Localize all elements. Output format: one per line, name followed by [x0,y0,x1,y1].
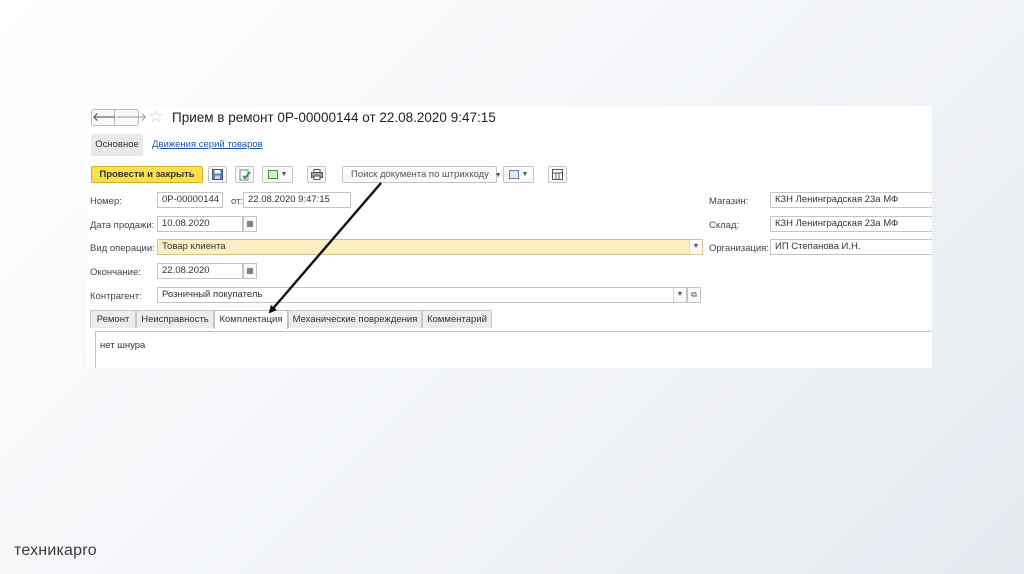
end-label: Окончание: [90,267,141,278]
post-button[interactable] [235,166,254,183]
toolbar: Провести и закрыть ▼ Поиск документа по … [87,164,932,186]
logo: техникаpro [14,542,97,559]
operation-value: Товар клиента [162,241,226,252]
barcode-search-button[interactable]: Поиск документа по штрихкоду ▼ [342,166,502,183]
create-based-on-button[interactable]: ▼ [262,166,293,183]
store-field[interactable]: КЗН Ленинградская 23а МФ [770,192,932,208]
title-bar: 🡐 🡒 ☆ Прием в ремонт 0Р-00000144 от 22.0… [87,106,932,130]
report-menu-button[interactable]: ▼ [503,166,534,183]
chevron-down-icon[interactable]: ▼ [673,288,686,302]
report-icon [508,170,519,179]
tab-malfunction[interactable]: Неисправность [136,310,214,328]
counterparty-field[interactable]: Розничный покупатель ▼ [157,287,687,303]
warehouse-label: Склад: [709,220,740,231]
from-label: от: [231,196,244,207]
structure-button[interactable] [548,166,567,183]
series-movements-link[interactable]: Движения серий товаров [152,139,263,150]
store-label: Магазин: [709,196,749,207]
number-field[interactable]: 0Р-00000144 [157,192,223,208]
page-title: Прием в ремонт 0Р-00000144 от 22.08.2020… [172,110,496,125]
post-document-icon [239,169,251,180]
completeness-textarea[interactable]: нет шнура [95,331,932,368]
counterparty-label: Контрагент: [90,291,142,302]
print-button[interactable] [307,166,326,183]
end-date-field[interactable]: 22.08.2020 [157,263,243,279]
calendar-button[interactable]: ▦ [243,216,257,232]
organization-label: Организация: [709,243,769,254]
operation-select[interactable]: Товар клиента ▼ [157,239,703,255]
open-counterparty-button[interactable]: ⧉ [687,287,701,303]
forward-button[interactable]: 🡒 [115,109,147,126]
warehouse-field[interactable]: КЗН Ленинградская 23а МФ [770,216,932,232]
operation-label: Вид операции: [90,243,155,254]
back-button[interactable]: 🡐 [91,109,124,126]
tab-comment[interactable]: Комментарий [422,310,492,328]
number-label: Номер: [90,196,122,207]
document-window: 🡐 🡒 ☆ Прием в ремонт 0Р-00000144 от 22.0… [87,106,932,368]
tab-mechanical-damage[interactable]: Механические повреждения [288,310,422,328]
calendar-button[interactable]: ▦ [243,263,257,279]
calendar-icon: ▦ [246,266,254,275]
tab-completeness[interactable]: Комплектация [214,310,288,329]
chevron-down-icon: ▼ [280,171,288,178]
counterparty-value: Розничный покупатель [162,289,263,300]
favorite-star-icon[interactable]: ☆ [148,107,163,127]
post-and-close-button[interactable]: Провести и закрыть [91,166,203,183]
barcode-search-label: Поиск документа по штрихкоду [351,169,489,180]
save-button[interactable] [208,166,227,183]
chevron-down-icon: ▼ [521,171,529,178]
table-icon [552,169,563,180]
date-time-field[interactable]: 22.08.2020 9:47:15 [243,192,351,208]
chevron-down-icon[interactable]: ▼ [689,240,702,254]
create-based-icon [267,170,278,179]
floppy-disk-icon [212,169,223,180]
chevron-down-icon: ▼ [494,172,502,179]
calendar-icon: ▦ [246,219,254,228]
sale-date-field[interactable]: 10.08.2020 [157,216,243,232]
completeness-text: нет шнура [100,340,146,351]
arrow-right-icon: 🡒 [115,110,148,124]
sale-date-label: Дата продажи: [90,220,155,231]
open-link-icon: ⧉ [691,290,697,299]
tab-main[interactable]: Основное [91,134,143,156]
printer-icon [310,169,323,180]
tab-repair[interactable]: Ремонт [90,310,136,328]
organization-field[interactable]: ИП Степанова И.Н. [770,239,932,255]
